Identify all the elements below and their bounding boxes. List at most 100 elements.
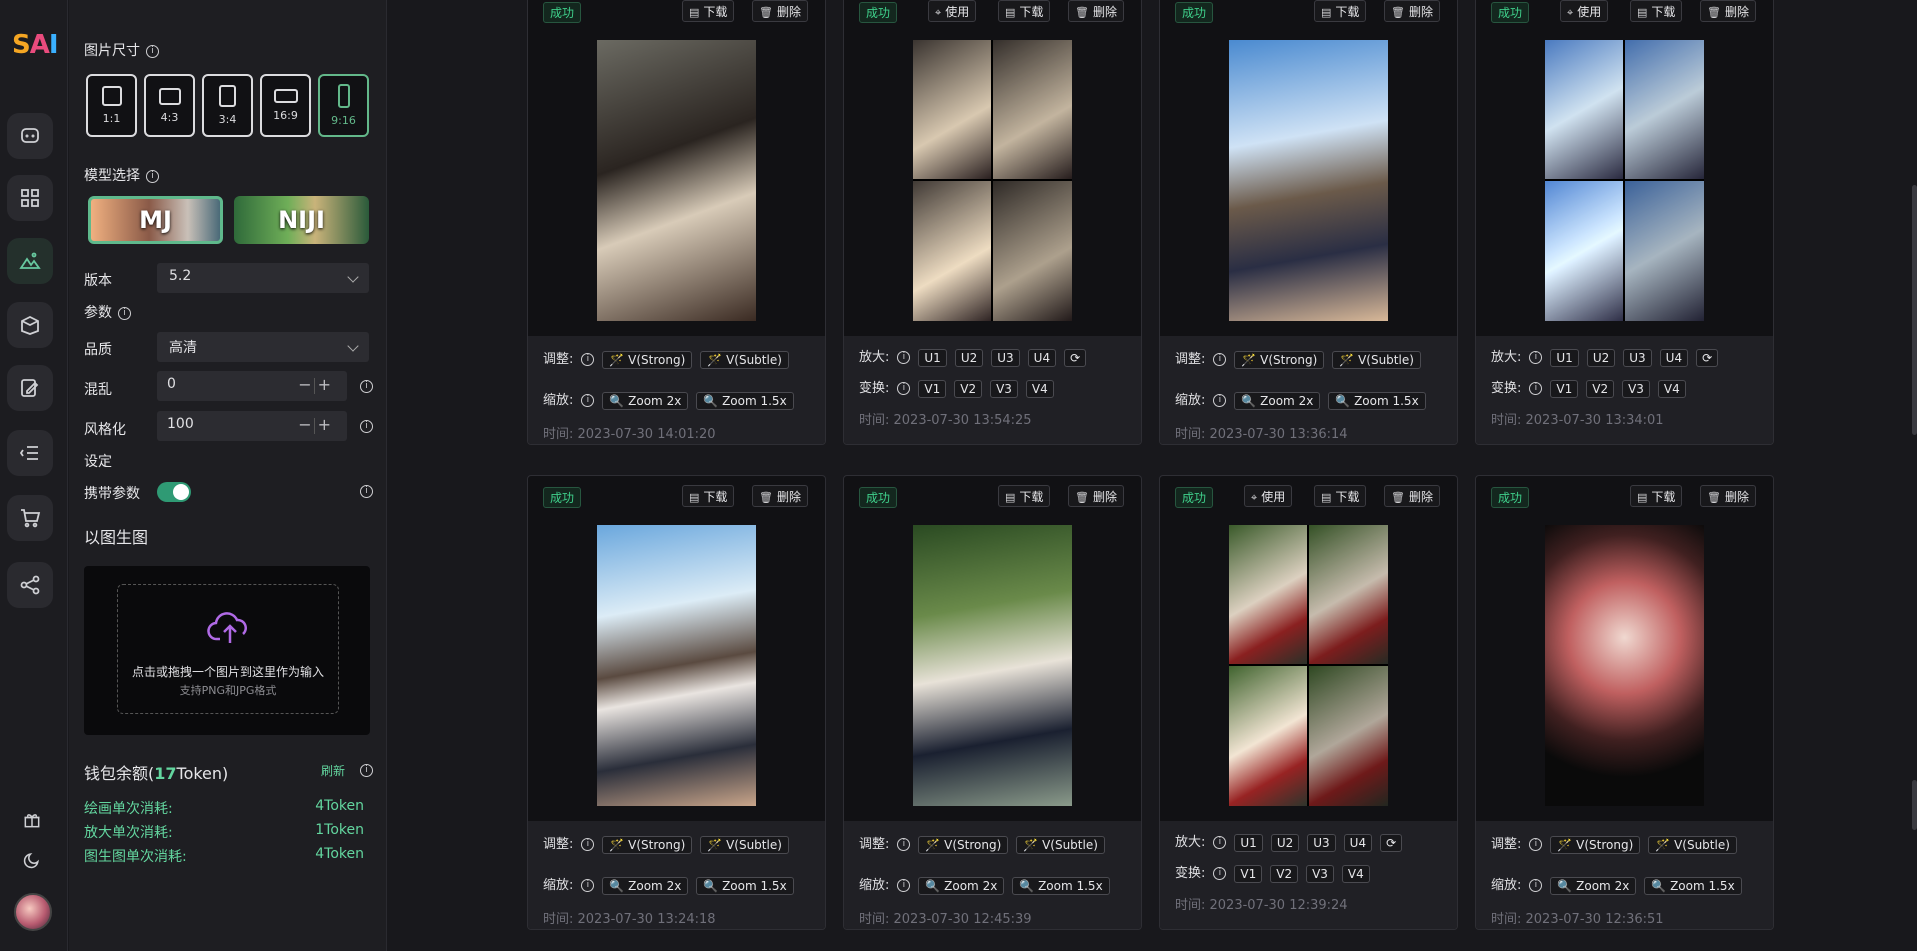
use-button[interactable]: ⌖ 使用 bbox=[1244, 485, 1293, 507]
info-icon[interactable]: i bbox=[897, 879, 911, 892]
model-mj[interactable]: MJ bbox=[88, 196, 223, 244]
vary-v3-button[interactable]: V3 bbox=[1622, 379, 1650, 398]
vary-v4-button[interactable]: V4 bbox=[1657, 379, 1686, 398]
model-niji[interactable]: NIJI bbox=[234, 196, 369, 244]
info-icon[interactable]: i bbox=[581, 838, 595, 851]
grid-tile[interactable] bbox=[1309, 525, 1388, 664]
zoom-2x-button[interactable]: 🔍 Zoom 2x bbox=[602, 391, 689, 410]
download-button[interactable]: ▤ 下载 bbox=[1314, 0, 1367, 22]
delete-button[interactable]: 🗑 删除 bbox=[1700, 0, 1756, 22]
upscale-u3-button[interactable]: U3 bbox=[1307, 833, 1336, 852]
dark-mode-moon-icon[interactable] bbox=[18, 846, 46, 874]
v-strong-button[interactable]: 🪄 V(Strong) bbox=[918, 835, 1009, 854]
upscale-u1-button[interactable]: U1 bbox=[1550, 348, 1579, 367]
info-icon[interactable]: i bbox=[581, 353, 595, 366]
zoom-2x-button[interactable]: 🔍 Zoom 2x bbox=[918, 876, 1005, 895]
vary-v4-button[interactable]: V4 bbox=[1025, 379, 1054, 398]
zoom-1-5x-button[interactable]: 🔍 Zoom 1.5x bbox=[1644, 876, 1742, 895]
info-icon[interactable]: i bbox=[1529, 351, 1543, 364]
grid-tile[interactable] bbox=[1309, 666, 1388, 806]
result-image-grid[interactable] bbox=[1229, 525, 1388, 806]
zoom-2x-button[interactable]: 🔍 Zoom 2x bbox=[1550, 876, 1637, 895]
quality-select[interactable]: 高清 bbox=[157, 332, 369, 362]
scrollbar[interactable] bbox=[1912, 185, 1917, 435]
ratio-1-1[interactable]: 1:1 bbox=[86, 74, 137, 137]
upscale-u1-button[interactable]: U1 bbox=[1234, 833, 1263, 852]
grid-tile[interactable] bbox=[913, 181, 991, 321]
download-button[interactable]: ▤ 下载 bbox=[998, 485, 1051, 507]
info-icon[interactable]: i bbox=[1213, 867, 1227, 880]
download-button[interactable]: ▤ 下载 bbox=[1314, 485, 1367, 507]
result-image-grid[interactable] bbox=[913, 40, 1072, 321]
ratio-9-16[interactable]: 9:16 bbox=[318, 74, 369, 137]
upscale-u1-button[interactable]: U1 bbox=[918, 348, 947, 367]
download-button[interactable]: ▤ 下载 bbox=[682, 485, 735, 507]
zoom-1-5x-button[interactable]: 🔍 Zoom 1.5x bbox=[696, 876, 794, 895]
delete-button[interactable]: 🗑 删除 bbox=[1700, 485, 1756, 507]
info-icon[interactable]: i bbox=[1213, 353, 1227, 366]
delete-button[interactable]: 🗑 删除 bbox=[1068, 0, 1124, 22]
grid-tile[interactable] bbox=[1229, 525, 1307, 664]
delete-button[interactable]: 🗑 删除 bbox=[752, 0, 808, 22]
share-icon[interactable] bbox=[7, 562, 53, 608]
result-image[interactable] bbox=[1229, 40, 1388, 321]
result-image[interactable] bbox=[597, 525, 756, 806]
info-icon[interactable]: i bbox=[118, 306, 131, 320]
gift-icon[interactable] bbox=[18, 806, 46, 834]
grid-tile[interactable] bbox=[993, 181, 1072, 321]
version-select[interactable]: 5.2 bbox=[157, 263, 369, 293]
info-icon[interactable]: i bbox=[897, 838, 911, 851]
grid-tile[interactable] bbox=[1625, 40, 1704, 179]
refresh-link[interactable]: 刷新 bbox=[321, 762, 345, 779]
grid-tile[interactable] bbox=[913, 40, 991, 179]
drop-zone[interactable]: 点击或拖拽一个图片到这里作为输入 支持PNG和JPG格式 bbox=[117, 584, 339, 714]
grid-tile[interactable] bbox=[993, 40, 1072, 179]
grid-tile[interactable] bbox=[1229, 666, 1307, 806]
download-button[interactable]: ▤ 下载 bbox=[682, 0, 735, 22]
paint-mountain-icon[interactable] bbox=[7, 238, 53, 284]
download-button[interactable]: ▤ 下载 bbox=[1630, 0, 1683, 22]
upscale-u4-button[interactable]: U4 bbox=[1343, 833, 1373, 852]
edit-image-icon[interactable] bbox=[7, 365, 53, 411]
upscale-u4-button[interactable]: U4 bbox=[1659, 348, 1689, 367]
result-image-grid[interactable] bbox=[1545, 40, 1704, 321]
apps-grid-icon[interactable] bbox=[7, 175, 53, 221]
zoom-2x-button[interactable]: 🔍 Zoom 2x bbox=[602, 876, 689, 895]
upload-area[interactable]: 点击或拖拽一个图片到这里作为输入 支持PNG和JPG格式 bbox=[84, 566, 370, 735]
v-subtle-button[interactable]: 🪄 V(Subtle) bbox=[700, 350, 789, 369]
zoom-2x-button[interactable]: 🔍 Zoom 2x bbox=[1234, 391, 1321, 410]
v-subtle-button[interactable]: 🪄 V(Subtle) bbox=[1016, 835, 1105, 854]
info-icon[interactable]: i bbox=[581, 394, 595, 407]
info-icon[interactable]: i bbox=[146, 169, 159, 183]
v-strong-button[interactable]: 🪄 V(Strong) bbox=[1550, 835, 1641, 854]
v-subtle-button[interactable]: 🪄 V(Subtle) bbox=[700, 835, 789, 854]
info-icon[interactable]: i bbox=[1529, 879, 1543, 892]
grid-tile[interactable] bbox=[1545, 181, 1623, 321]
vary-v1-button[interactable]: V1 bbox=[1550, 379, 1579, 398]
stepper-buttons[interactable]: −+ bbox=[298, 415, 337, 434]
grid-tile[interactable] bbox=[1545, 40, 1623, 179]
list-indent-icon[interactable] bbox=[7, 430, 53, 476]
info-icon[interactable]: i bbox=[1529, 382, 1543, 395]
use-button[interactable]: ⌖ 使用 bbox=[928, 0, 977, 22]
delete-button[interactable]: 🗑 删除 bbox=[1068, 485, 1124, 507]
v-strong-button[interactable]: 🪄 V(Strong) bbox=[602, 835, 693, 854]
info-icon[interactable]: i bbox=[581, 879, 595, 892]
zoom-1-5x-button[interactable]: 🔍 Zoom 1.5x bbox=[696, 391, 794, 410]
result-image[interactable] bbox=[597, 40, 756, 321]
info-icon[interactable]: i bbox=[1213, 836, 1227, 849]
upscale-u2-button[interactable]: U2 bbox=[1270, 833, 1300, 852]
upscale-u2-button[interactable]: U2 bbox=[1586, 348, 1616, 367]
zoom-1-5x-button[interactable]: 🔍 Zoom 1.5x bbox=[1328, 391, 1426, 410]
v-strong-button[interactable]: 🪄 V(Strong) bbox=[602, 350, 693, 369]
ratio-3-4[interactable]: 3:4 bbox=[202, 74, 253, 137]
upscale-u2-button[interactable]: U2 bbox=[954, 348, 984, 367]
info-icon[interactable]: i bbox=[360, 485, 373, 498]
upscale-u4-button[interactable]: U4 bbox=[1027, 348, 1057, 367]
carry-params-toggle[interactable] bbox=[157, 482, 191, 502]
delete-button[interactable]: 🗑 删除 bbox=[752, 485, 808, 507]
reroll-icon[interactable]: ⟳ bbox=[1696, 348, 1719, 367]
delete-button[interactable]: 🗑 删除 bbox=[1384, 0, 1440, 22]
use-button[interactable]: ⌖ 使用 bbox=[1560, 0, 1609, 22]
vary-v1-button[interactable]: V1 bbox=[1234, 864, 1263, 883]
